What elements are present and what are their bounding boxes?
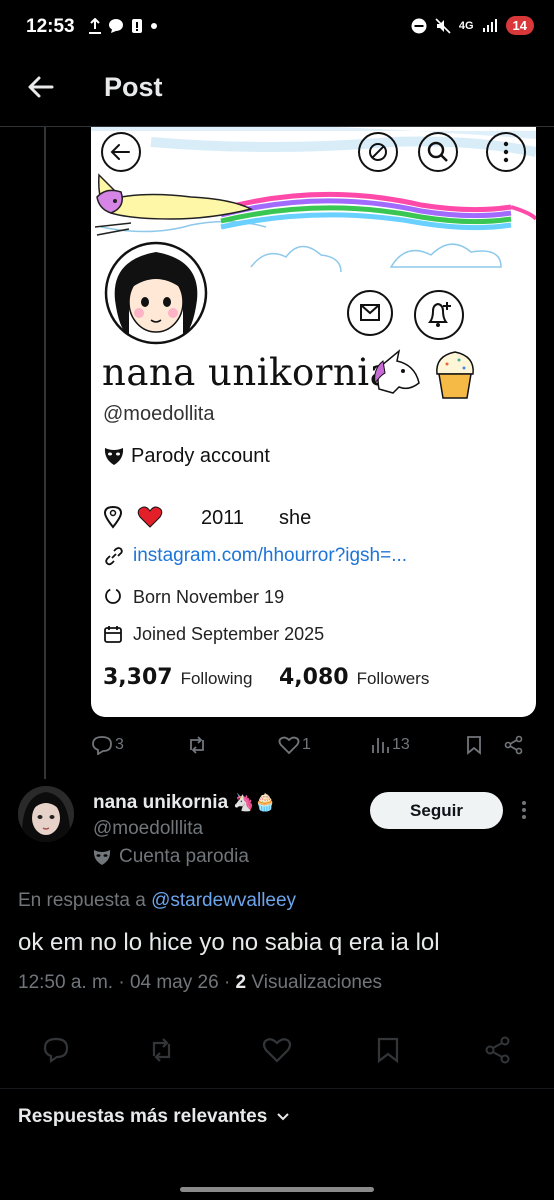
upload-icon: [89, 18, 101, 34]
quoted-reply-count: 3: [115, 736, 124, 753]
reply-context: En respuesta a @stardewvalleey: [18, 890, 296, 912]
quoted-views-count: 13: [392, 736, 410, 753]
card-handle: @moedollita: [103, 403, 215, 425]
like-icon[interactable]: [262, 1036, 292, 1064]
quoted-views-button[interactable]: 13: [370, 733, 410, 757]
signal-icon: [482, 18, 497, 32]
card-link: instagram.com/hhourror?igsh=...: [133, 545, 408, 566]
views-chart-icon: [372, 738, 389, 753]
reply-prefix: En respuesta a: [18, 890, 146, 911]
card-birthday: Born November 19: [133, 587, 285, 607]
thread-line: [44, 127, 46, 779]
follow-button[interactable]: Seguir: [370, 792, 503, 829]
network-label: 4G: [458, 19, 474, 32]
share-icon[interactable]: [484, 1036, 512, 1064]
status-notification-icons: [88, 18, 158, 34]
parody-mask-icon: [93, 850, 111, 865]
dot-icon: [151, 23, 157, 29]
quoted-repost-button[interactable]: [186, 733, 208, 757]
more-options-icon[interactable]: [512, 798, 536, 822]
post-meta: 12:50 a. m. · 04 may 26 · 2 Visualizacio…: [18, 972, 382, 994]
bookmark-icon[interactable]: [376, 1036, 400, 1064]
repost-icon: [190, 736, 204, 754]
quoted-profile-image[interactable]: nana unikornia @moedollita Parody accoun…: [91, 127, 536, 717]
card-followers: 4,080 Followers: [279, 665, 429, 690]
post-views-count: 2: [235, 972, 247, 993]
actions-divider: [0, 1088, 554, 1089]
link-icon: [105, 547, 123, 566]
like-icon: [278, 736, 300, 755]
battery-indicator: 14: [505, 16, 534, 35]
page-title: Post: [104, 72, 163, 102]
post-text: ok em no lo hice yo no sabia q era ia lo…: [18, 929, 440, 956]
card-joined-date: Joined September 2025: [133, 624, 325, 644]
card-display-name: nana unikornia: [102, 351, 393, 394]
status-time: 12:53: [26, 16, 75, 37]
card-block-icon: [358, 132, 398, 172]
card-following-label: Following: [180, 669, 253, 688]
quoted-reply-button[interactable]: 3: [91, 733, 124, 757]
author-avatar[interactable]: [18, 786, 74, 842]
alert-icon: [132, 19, 142, 33]
author-emojis: 🦄🧁: [233, 793, 276, 812]
author-name: nana unikornia: [93, 792, 229, 813]
card-followers-count: 4,080: [279, 665, 349, 690]
card-message-icon: [347, 290, 393, 336]
unicorn-emoji-icon: [374, 349, 420, 394]
status-right-icons: 4G 14: [411, 16, 534, 35]
author-name-row[interactable]: nana unikornia 🦄🧁: [93, 792, 276, 814]
back-arrow-icon[interactable]: [22, 68, 60, 106]
bookmark-icon: [467, 736, 481, 755]
replies-sort-label: Respuestas más relevantes: [18, 1106, 268, 1127]
mute-icon: [435, 17, 451, 34]
parody-mask-icon: [104, 448, 124, 465]
chevron-down-icon: [277, 1113, 289, 1121]
card-following-count: 3,307: [103, 665, 173, 690]
card-location-year: 2011: [201, 507, 245, 529]
card-avatar-drawing: [104, 241, 208, 345]
chat-bubble-icon: [109, 19, 123, 33]
card-followers-label: Followers: [356, 669, 430, 688]
card-back-icon: [101, 132, 141, 172]
repost-icon[interactable]: [147, 1036, 175, 1064]
quoted-share-button[interactable]: [504, 733, 524, 757]
quoted-bookmark-button[interactable]: [465, 733, 483, 757]
balloon-icon: [105, 588, 121, 604]
post-time-date: 12:50 a. m. · 04 may 26 ·: [18, 972, 236, 993]
post-views-label[interactable]: Visualizaciones: [251, 972, 382, 993]
parody-label: Cuenta parodia: [119, 846, 249, 867]
do-not-disturb-icon: [411, 18, 427, 33]
card-pronoun: she: [279, 507, 312, 529]
cupcake-emoji-icon: [436, 351, 474, 399]
calendar-icon: [104, 626, 122, 643]
share-icon: [504, 735, 523, 755]
home-indicator[interactable]: [180, 1187, 374, 1192]
author-handle[interactable]: @moedolllita: [93, 818, 203, 840]
quoted-like-count: 1: [302, 736, 311, 753]
reply-mention-link[interactable]: @stardewvalleey: [151, 890, 296, 911]
reply-icon[interactable]: [42, 1036, 70, 1064]
card-more-icon: [486, 132, 526, 172]
reply-icon: [92, 736, 112, 755]
card-following: 3,307 Following: [103, 665, 252, 690]
quoted-like-button[interactable]: 1: [278, 733, 311, 757]
card-notify-icon: [414, 290, 464, 340]
card-search-icon: [418, 132, 458, 172]
replies-sort-dropdown[interactable]: Respuestas más relevantes: [18, 1106, 291, 1128]
location-icon: [103, 505, 123, 529]
card-parody-label: Parody account: [131, 445, 270, 467]
heart-icon: [137, 506, 163, 528]
